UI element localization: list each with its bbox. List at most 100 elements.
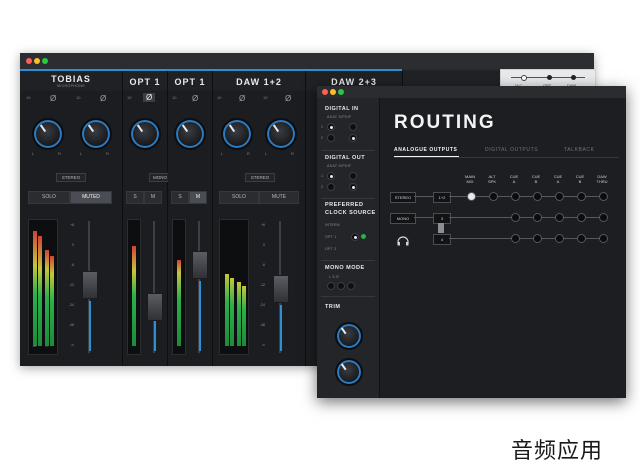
route-node-cue-b2[interactable] <box>577 192 586 201</box>
close-dot-icon[interactable] <box>322 89 328 95</box>
mono-button[interactable]: MONO <box>390 213 416 224</box>
mute-button[interactable]: M <box>189 191 207 204</box>
clock-option-opt2[interactable]: OPT 2 <box>325 247 337 251</box>
pad-label[interactable]: 10 <box>263 95 267 100</box>
meter-bottom-label: -∞ <box>45 344 49 348</box>
minimize-dot-icon[interactable] <box>34 58 40 64</box>
solo-button[interactable]: S <box>171 191 189 204</box>
route-node-cue-b[interactable] <box>533 192 542 201</box>
digital-in-adat-radio[interactable] <box>327 123 335 131</box>
trim-knob[interactable] <box>335 358 363 386</box>
mute-button[interactable]: MUTE <box>259 191 299 204</box>
route-node-daw-thru[interactable] <box>599 213 608 222</box>
digital-out-spdif-radio[interactable] <box>349 172 357 180</box>
digital-in-adat-radio[interactable] <box>327 134 335 142</box>
gain-knob[interactable] <box>80 118 112 150</box>
mute-button[interactable]: M <box>144 191 162 204</box>
digital-out-adat-radio[interactable] <box>327 183 335 191</box>
knob-left-label: L <box>32 151 35 156</box>
fader-scale-label: -12 <box>259 283 265 287</box>
stereo-link-toggle[interactable]: STEREO <box>245 173 275 182</box>
fader-level-line <box>199 281 201 351</box>
knob-left-label: L <box>265 151 268 156</box>
pad-label[interactable]: 10 <box>127 95 131 100</box>
fader-scale-label: -∞ <box>70 343 74 347</box>
pad-label[interactable]: 10 <box>172 95 176 100</box>
route-node-main-mix[interactable] <box>467 192 476 201</box>
zoom-dot-icon[interactable] <box>338 89 344 95</box>
phase-icon[interactable]: Ø <box>239 94 245 103</box>
gain-knob[interactable] <box>265 118 297 150</box>
route-node-cue-a[interactable] <box>511 234 520 243</box>
phase-icon[interactable]: Ø <box>192 94 198 103</box>
route-node-cue-a2[interactable] <box>555 192 564 201</box>
clock-opt1-radio[interactable] <box>351 233 359 241</box>
route-node-cue-b[interactable] <box>533 213 542 222</box>
route-node-cue-b[interactable] <box>533 234 542 243</box>
close-dot-icon[interactable] <box>26 58 32 64</box>
solo-button[interactable]: S <box>126 191 144 204</box>
meter-bar <box>33 231 37 346</box>
phase-icon[interactable]: Ø <box>285 94 291 103</box>
phase-icon[interactable]: Ø <box>50 94 56 103</box>
fader-handle[interactable] <box>82 271 98 299</box>
mono-left-radio[interactable] <box>327 282 335 290</box>
mono-mode-title: MONO MODE <box>325 265 365 271</box>
tab-digital-outputs[interactable]: DIGITAL OUTPUTS <box>485 147 538 153</box>
route-node-cue-a[interactable] <box>511 213 520 222</box>
route-node-cue-b2[interactable] <box>577 213 586 222</box>
mute-button[interactable]: MUTED <box>70 191 112 204</box>
route-node-cue-a2[interactable] <box>555 213 564 222</box>
channel-name: TOBIAS <box>51 74 91 84</box>
route-node-cue-b2[interactable] <box>577 234 586 243</box>
col-label: A <box>556 179 560 184</box>
zoom-dot-icon[interactable] <box>42 58 48 64</box>
col-label: A <box>512 179 516 184</box>
fader-handle[interactable] <box>273 275 289 303</box>
stereo-button[interactable]: STEREO <box>390 192 416 203</box>
source-4-selector[interactable]: 4 <box>433 234 451 245</box>
knob-right-label: R <box>58 151 61 156</box>
route-node-alt-spk[interactable] <box>489 192 498 201</box>
route-node-cue-a[interactable] <box>511 192 520 201</box>
solo-button[interactable]: SOLO <box>219 191 259 204</box>
route-node-cue-a2[interactable] <box>555 234 564 243</box>
stereo-link-toggle[interactable]: STEREO <box>56 173 86 182</box>
column-header-alt-spk: ALT SPK <box>484 174 500 184</box>
channel-header: OPT 1 <box>123 71 167 91</box>
fader-scale-label: -24 <box>68 303 74 307</box>
headphones-icon <box>397 233 409 246</box>
gain-knob[interactable] <box>129 118 161 150</box>
minimize-dot-icon[interactable] <box>330 89 336 95</box>
digital-out-spdif-radio[interactable] <box>349 183 357 191</box>
pad-label[interactable]: 10 <box>76 95 80 100</box>
fader-handle[interactable] <box>147 293 163 321</box>
clock-lock-indicator-icon <box>361 234 366 239</box>
mono-right-radio[interactable] <box>347 282 355 290</box>
meter-bar <box>242 286 246 346</box>
route-node-daw-thru[interactable] <box>599 234 608 243</box>
tab-analogue-outputs[interactable]: ANALOGUE OUTPUTS <box>394 147 458 153</box>
digital-out-adat-radio[interactable] <box>327 172 335 180</box>
trim-knob[interactable] <box>335 322 363 350</box>
channel-name: OPT 1 <box>129 77 161 87</box>
fader-scale-label: -48 <box>68 323 74 327</box>
clock-option-intern[interactable]: INTERN <box>325 223 340 227</box>
tab-talkback[interactable]: TALKBACK <box>564 147 595 153</box>
digital-in-spdif-radio[interactable] <box>349 123 357 131</box>
pad-label[interactable]: 10 <box>217 95 221 100</box>
gain-knob[interactable] <box>174 118 206 150</box>
source-1-2-selector[interactable]: 1+2 <box>433 192 451 203</box>
pad-label[interactable]: 10 <box>26 95 30 100</box>
route-node-daw-thru[interactable] <box>599 192 608 201</box>
clock-option-opt1[interactable]: OPT 1 <box>325 235 337 239</box>
mono-sum-radio[interactable] <box>337 282 345 290</box>
phase-icon[interactable]: Ø <box>100 94 106 103</box>
phase-icon[interactable]: Ø <box>143 93 156 102</box>
gain-knob[interactable] <box>221 118 253 150</box>
fader-scale-label: -24 <box>259 303 265 307</box>
gain-knob[interactable] <box>32 118 64 150</box>
fader-handle[interactable] <box>192 251 208 279</box>
solo-button[interactable]: SOLO <box>28 191 70 204</box>
digital-in-spdif-radio[interactable] <box>349 134 357 142</box>
